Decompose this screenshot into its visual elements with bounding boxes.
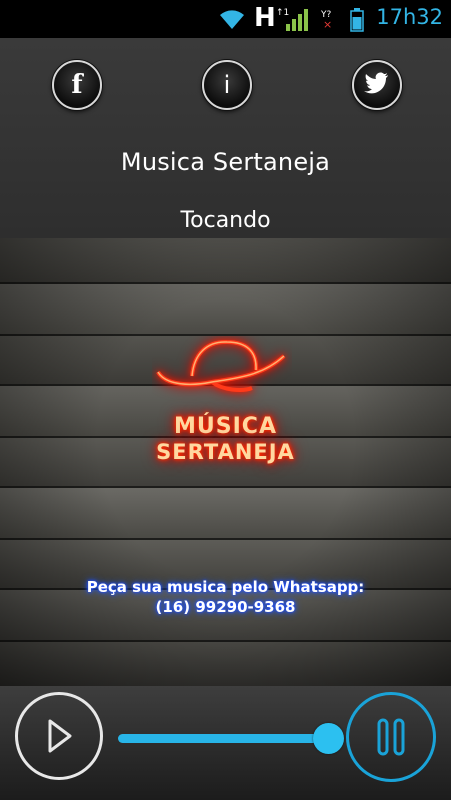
battery-icon bbox=[350, 8, 364, 36]
info-button[interactable]: i bbox=[202, 60, 252, 110]
twitter-button[interactable] bbox=[352, 60, 402, 110]
cowboy-hat-icon bbox=[156, 339, 286, 392]
facebook-icon: f bbox=[71, 70, 83, 100]
facebook-button[interactable]: f bbox=[52, 60, 102, 110]
status-time: 17h32 bbox=[376, 5, 443, 29]
play-button[interactable] bbox=[15, 692, 103, 780]
volume-slider-thumb[interactable] bbox=[313, 723, 344, 754]
promo-phone: (16) 99290-9368 bbox=[155, 598, 296, 616]
twitter-icon bbox=[364, 72, 390, 98]
no-signal-icon: Y? × bbox=[320, 8, 336, 34]
signal-icon: ↑1 bbox=[274, 6, 310, 36]
network-type-icon: H bbox=[254, 3, 276, 33]
svg-text:×: × bbox=[323, 18, 332, 30]
logo-line1: MÚSICA bbox=[174, 414, 277, 439]
volume-slider[interactable] bbox=[118, 734, 328, 743]
promo-line1: Peça sua musica pelo Whatsapp: bbox=[86, 578, 365, 596]
station-title: Musica Sertaneja bbox=[120, 148, 331, 176]
play-icon bbox=[48, 719, 72, 753]
status-bar: H ↑1 Y? × 17h32 bbox=[0, 0, 451, 38]
logo-line2: SERTANEJA bbox=[156, 440, 295, 464]
wifi-icon bbox=[218, 7, 246, 35]
pause-button[interactable] bbox=[346, 692, 436, 782]
svg-text:↑1: ↑1 bbox=[276, 8, 289, 18]
playback-status: Tocando bbox=[180, 208, 271, 233]
player-bar bbox=[0, 686, 451, 800]
info-icon: i bbox=[223, 71, 231, 99]
station-artwork: MÚSICA SERTANEJA Peça sua musica pelo Wh… bbox=[0, 238, 451, 686]
pause-icon bbox=[377, 718, 405, 756]
header: f i Musica Sertaneja Tocando bbox=[0, 38, 451, 238]
